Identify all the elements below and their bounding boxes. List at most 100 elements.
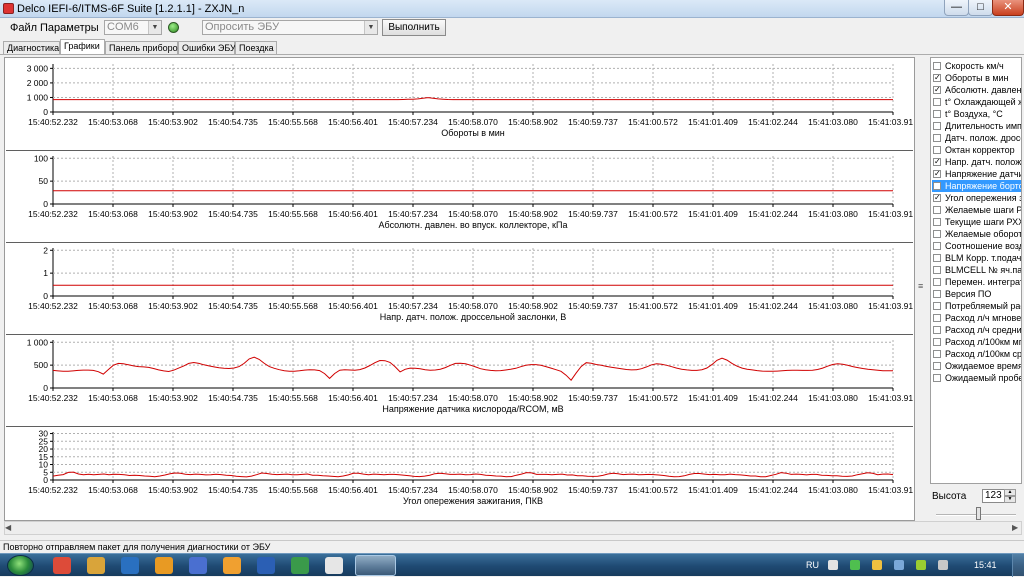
sensor-item[interactable]: t° Воздуха, °C: [932, 108, 1021, 120]
minimize-button[interactable]: —: [944, 0, 969, 16]
yandex-icon[interactable]: [325, 557, 343, 574]
sensor-checkbox[interactable]: [933, 350, 941, 358]
sensor-checkbox[interactable]: [933, 314, 941, 322]
tray-nvidia-icon[interactable]: [916, 560, 926, 570]
sensor-item[interactable]: Напряжение бортс: [932, 180, 1021, 192]
sensor-checkbox[interactable]: [933, 62, 941, 70]
sensor-item[interactable]: Текущие шаги РХХ: [932, 216, 1021, 228]
horizontal-scrollbar[interactable]: [4, 521, 1022, 535]
file-manager-icon[interactable]: [189, 557, 207, 574]
word-icon[interactable]: [257, 557, 275, 574]
sensor-checkbox[interactable]: [933, 302, 941, 310]
tray-arrow-icon[interactable]: [828, 560, 838, 570]
sensor-item[interactable]: Версия ПО: [932, 288, 1021, 300]
x-tick-label: 15:41:03.912: [868, 117, 913, 127]
sensor-checkbox[interactable]: [933, 266, 941, 274]
sensor-item[interactable]: Длительность импу: [932, 120, 1021, 132]
sensor-item[interactable]: Октан корректор: [932, 144, 1021, 156]
grip-icon[interactable]: ≡: [918, 281, 923, 291]
run-button[interactable]: Выполнить: [382, 19, 446, 36]
sensor-item[interactable]: ✓ Абсолютн. давлен. в: [932, 84, 1021, 96]
sensor-checkbox[interactable]: [933, 110, 941, 118]
sensor-item[interactable]: Расход л/ч мгновен: [932, 312, 1021, 324]
media-player-icon[interactable]: [155, 557, 173, 574]
sensor-checkbox[interactable]: [933, 98, 941, 106]
sensor-item[interactable]: t° Охлаждающей жи: [932, 96, 1021, 108]
sensor-item[interactable]: ✓ Обороты в мин: [932, 72, 1021, 84]
sensor-item[interactable]: Ожидаемый пробег: [932, 372, 1021, 384]
sensor-item[interactable]: Желаемые шаги РХ: [932, 204, 1021, 216]
tray-security-icon[interactable]: [872, 560, 882, 570]
sensor-item[interactable]: ✓ Напряжение датчик: [932, 168, 1021, 180]
sensor-checkbox[interactable]: [933, 242, 941, 250]
chart-app-icon[interactable]: [291, 557, 309, 574]
explorer-icon[interactable]: [87, 557, 105, 574]
taskbar-active-app[interactable]: [355, 555, 396, 576]
port-select[interactable]: COM6 ▼: [104, 20, 162, 35]
sensor-item[interactable]: Датч. полож. дросс: [932, 132, 1021, 144]
aimp-icon[interactable]: [223, 557, 241, 574]
tray-flag-icon[interactable]: [938, 560, 948, 570]
sensor-item[interactable]: Потребляемый расх: [932, 300, 1021, 312]
tab-trip[interactable]: Поездка: [235, 41, 277, 55]
sensor-item[interactable]: BLMCELL № яч.пам: [932, 264, 1021, 276]
sensor-checkbox[interactable]: [933, 182, 941, 190]
sensor-item[interactable]: Расход л/100км мгн: [932, 336, 1021, 348]
sensor-checkbox[interactable]: [933, 230, 941, 238]
sensor-item[interactable]: Перемен. интеграто: [932, 276, 1021, 288]
sensor-checkbox[interactable]: [933, 206, 941, 214]
tray-network-icon[interactable]: [850, 560, 860, 570]
tab-diagnostics[interactable]: Диагностика: [3, 41, 60, 55]
sensor-checkbox[interactable]: ✓: [933, 74, 941, 82]
sensor-checkbox[interactable]: [933, 122, 941, 130]
sensor-item[interactable]: Ожидаемое время р: [932, 360, 1021, 372]
sensor-checkbox[interactable]: ✓: [933, 86, 941, 94]
sensor-item[interactable]: ✓ Напр. датч. полож. д: [932, 156, 1021, 168]
tab-dashboard[interactable]: Панель приборов: [105, 41, 182, 55]
sensor-checkbox[interactable]: [933, 290, 941, 298]
start-button[interactable]: [7, 555, 34, 576]
menu-parameters[interactable]: Параметры: [40, 22, 99, 34]
close-button[interactable]: ✕: [992, 0, 1024, 16]
x-tick-label: 15:41:03.912: [868, 485, 913, 495]
x-tick-label: 15:40:54.735: [208, 117, 258, 127]
scroll-right-icon[interactable]: ▶: [1012, 523, 1018, 532]
sensor-item[interactable]: Соотношение возду: [932, 240, 1021, 252]
sensor-checkbox[interactable]: ✓: [933, 158, 941, 166]
kmplayer-icon[interactable]: [121, 557, 139, 574]
tray-clock[interactable]: 15:41: [974, 560, 997, 570]
sensor-checkbox[interactable]: [933, 134, 941, 142]
sensor-checkbox[interactable]: [933, 326, 941, 334]
sensor-item[interactable]: Расход л/ч средний: [932, 324, 1021, 336]
tab-graphs[interactable]: Графики: [60, 39, 105, 55]
sensor-checkbox[interactable]: ✓: [933, 170, 941, 178]
maximize-button[interactable]: □: [968, 0, 993, 16]
menu-file[interactable]: Файл: [10, 22, 37, 34]
spin-down-icon[interactable]: ▼: [1004, 496, 1016, 503]
title-bar[interactable]: Delco IEFI-6/ITMS-6F Suite [1.2.1.1] - Z…: [0, 0, 1024, 18]
sensor-checkbox[interactable]: [933, 278, 941, 286]
sensor-item[interactable]: Желаемые оборот: [932, 228, 1021, 240]
sensor-checkbox[interactable]: [933, 254, 941, 262]
tray-language[interactable]: RU: [806, 560, 819, 570]
sensor-item[interactable]: Скорость км/ч: [932, 60, 1021, 72]
sensor-checkbox[interactable]: [933, 146, 941, 154]
sensor-checkbox[interactable]: [933, 218, 941, 226]
spin-up-icon[interactable]: ▲: [1004, 489, 1016, 496]
tab-ecu-errors[interactable]: Ошибки ЭБУ: [178, 41, 236, 55]
zoom-slider-thumb[interactable]: [976, 507, 981, 520]
sensor-checkbox[interactable]: [933, 362, 941, 370]
sensor-item[interactable]: Расход л/100км сре: [932, 348, 1021, 360]
sensor-checkbox[interactable]: [933, 374, 941, 382]
sensor-checkbox[interactable]: ✓: [933, 194, 941, 202]
scroll-left-icon[interactable]: ◀: [5, 523, 11, 532]
command-select[interactable]: Опросить ЭБУ ▼: [202, 20, 378, 35]
x-tick-label: 15:40:56.401: [328, 209, 378, 219]
x-tick-label: 15:40:53.902: [148, 485, 198, 495]
sensor-checkbox[interactable]: [933, 338, 941, 346]
tray-volume-icon[interactable]: [894, 560, 904, 570]
chrome-icon[interactable]: [53, 557, 71, 574]
sensor-item[interactable]: ✓ Угол опережения з: [932, 192, 1021, 204]
show-desktop-button[interactable]: [1012, 554, 1024, 577]
sensor-item[interactable]: BLM Корр. т.подачи: [932, 252, 1021, 264]
